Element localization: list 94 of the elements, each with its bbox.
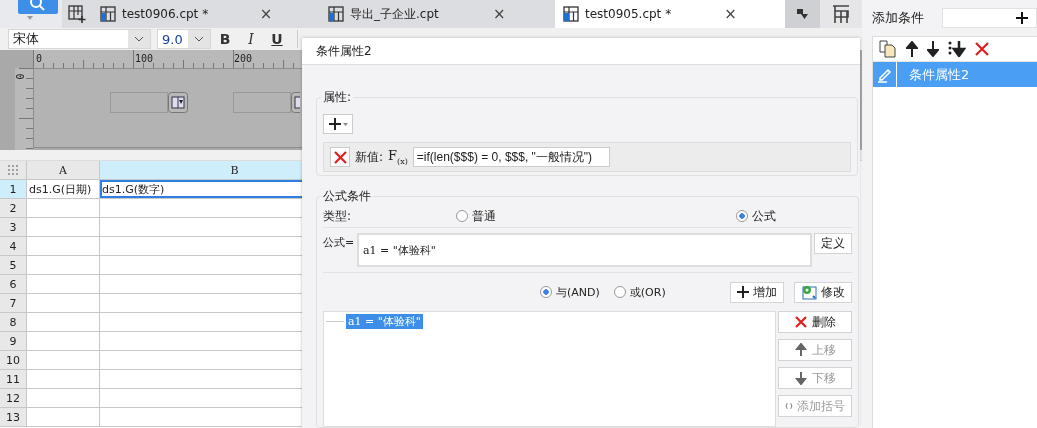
table-cell[interactable]: ds1.G(日期): [27, 180, 100, 199]
table-cell[interactable]: [27, 313, 100, 332]
add-condition-button[interactable]: [942, 8, 1037, 28]
grid-dots-icon: [8, 165, 18, 175]
font-select[interactable]: 宋体: [8, 29, 151, 49]
row-header[interactable]: 7: [0, 294, 27, 313]
table-cell[interactable]: [27, 370, 100, 389]
radio-button[interactable]: [540, 286, 552, 298]
edit-gear-icon: [801, 284, 817, 300]
field-label: 公式=: [323, 235, 355, 251]
row-header[interactable]: 13: [0, 408, 27, 427]
radio-label: 普通: [472, 207, 496, 225]
table-cell[interactable]: [27, 237, 100, 256]
radio-button[interactable]: [456, 210, 468, 222]
file-tab[interactable]: test0906.cpt * ×: [92, 0, 320, 28]
ruler-label: 0: [13, 73, 25, 80]
panel-label: 添加条件: [872, 9, 924, 27]
row-header[interactable]: 11: [0, 370, 27, 389]
table-cell[interactable]: [27, 351, 100, 370]
move-bottom-icon[interactable]: [948, 41, 966, 57]
table-cell[interactable]: [27, 275, 100, 294]
combo-field: [110, 92, 168, 113]
dialog-title: 条件属性2: [302, 38, 860, 65]
down-arrow-icon: [794, 371, 808, 385]
radio-button[interactable]: [613, 286, 626, 298]
formula-field[interactable]: a1 = "体验科": [357, 233, 812, 267]
table-cell[interactable]: [27, 408, 100, 427]
caret-icon[interactable]: [27, 16, 33, 20]
remove-button[interactable]: [330, 147, 350, 167]
value-field[interactable]: =if(len($$$) = 0, $$$, "一般情况"): [412, 147, 610, 167]
close-button[interactable]: ×: [220, 5, 312, 23]
up-arrow-icon[interactable]: [906, 41, 918, 57]
chevron-down-icon: [194, 36, 204, 42]
close-icon: [333, 150, 347, 164]
file-tab[interactable]: test0905.cpt * ×: [555, 0, 785, 28]
combo-field: [233, 92, 291, 113]
bold-button[interactable]: B: [213, 29, 237, 49]
copy-icon[interactable]: [879, 40, 897, 58]
ruler-label: 200: [234, 53, 253, 64]
report-icon: [563, 6, 579, 22]
close-button[interactable]: ×: [451, 5, 547, 23]
close-icon: [794, 315, 808, 329]
plus-icon: [1016, 12, 1028, 24]
pencil-icon: [876, 66, 893, 83]
size-select[interactable]: 9.0: [157, 29, 211, 49]
table-cell[interactable]: [27, 332, 100, 351]
plus-icon: [737, 286, 749, 298]
search-icon[interactable]: [18, 0, 58, 14]
add-dropdown-button[interactable]: [323, 114, 353, 134]
row-header[interactable]: 8: [0, 313, 27, 332]
table-cell[interactable]: [27, 218, 100, 237]
row-header[interactable]: 4: [0, 237, 27, 256]
close-button[interactable]: ×: [684, 5, 777, 23]
up-arrow-icon: [794, 343, 808, 357]
file-tab[interactable]: 导出_子企业.cpt ×: [320, 0, 555, 28]
plus-icon: [328, 118, 341, 130]
table-cell[interactable]: [27, 256, 100, 275]
table-cell[interactable]: [27, 389, 100, 408]
row-header[interactable]: 1: [0, 180, 27, 199]
modify-button[interactable]: 修改: [794, 281, 852, 303]
section-label: 属性:: [322, 89, 353, 106]
radio-label: 与(AND): [556, 284, 600, 300]
radio-button[interactable]: [736, 210, 748, 222]
row-header[interactable]: 6: [0, 275, 27, 294]
row-header[interactable]: 10: [0, 351, 27, 370]
radio-label: 或(OR): [629, 284, 666, 300]
delete-icon[interactable]: [975, 42, 989, 56]
add-button[interactable]: 增加: [730, 281, 784, 303]
chevron-down-icon: [134, 36, 144, 42]
row-header[interactable]: 9: [0, 332, 27, 351]
table-cell[interactable]: [27, 199, 100, 218]
column-header[interactable]: A: [27, 161, 100, 180]
row-header[interactable]: 12: [0, 389, 27, 408]
dropdown-button-icon: [168, 92, 188, 113]
row-header[interactable]: 3: [0, 218, 27, 237]
ruler-label: 0: [36, 53, 43, 64]
underline-button[interactable]: U: [265, 29, 289, 49]
field-label: 类型:: [323, 207, 353, 225]
dropdown-icon[interactable]: [795, 8, 810, 20]
radio-label: 公式: [752, 207, 776, 225]
delete-button[interactable]: 删除: [778, 311, 852, 333]
down-arrow-icon[interactable]: [927, 41, 939, 57]
report-icon: [328, 6, 344, 22]
caret-icon: [342, 122, 348, 126]
add-grid-icon[interactable]: [68, 5, 86, 23]
row-header[interactable]: 2: [0, 199, 27, 218]
ruler-label: 100: [135, 53, 154, 64]
table-cell[interactable]: [27, 294, 100, 313]
grid-icon[interactable]: [831, 4, 851, 24]
define-button[interactable]: 定义: [814, 233, 852, 254]
report-icon: [100, 6, 116, 22]
row-header[interactable]: 5: [0, 256, 27, 275]
italic-button[interactable]: I: [239, 29, 263, 49]
formula-button[interactable]: F$_{(x)}$: [388, 148, 408, 166]
